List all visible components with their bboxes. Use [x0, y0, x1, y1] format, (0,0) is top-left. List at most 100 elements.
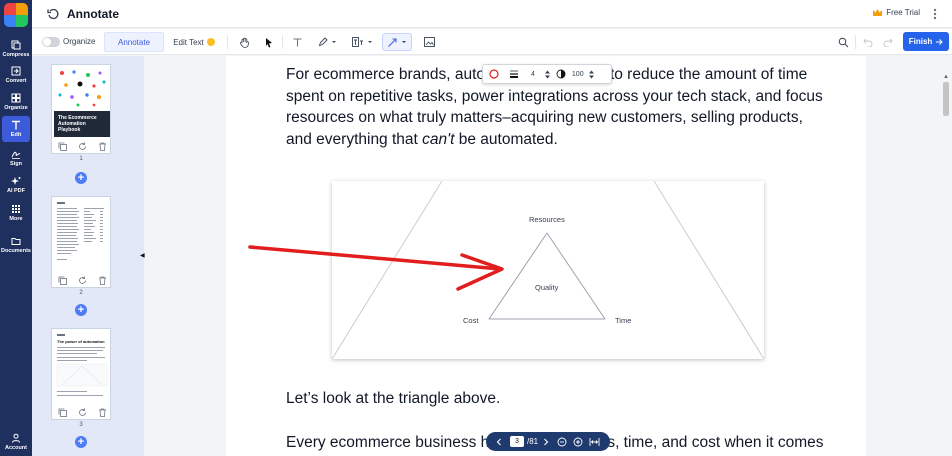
opacity-icon	[556, 69, 566, 79]
next-page-icon[interactable]	[543, 438, 549, 446]
red-arrow-annotation[interactable]	[240, 235, 510, 295]
select-tool-button[interactable]	[260, 33, 278, 51]
arrow-shape-tool-dropdown[interactable]	[382, 33, 412, 51]
account-icon	[11, 433, 22, 444]
trash-icon[interactable]	[98, 408, 107, 417]
collapse-panel-icon[interactable]: ◀	[140, 252, 145, 260]
page-title: Annotate	[67, 7, 119, 21]
page-thumbnails-panel: The Ecommerce Automation Playbook 1 + 2 …	[32, 56, 170, 456]
label-resources: Resources	[529, 215, 565, 224]
search-icon	[838, 37, 848, 47]
annotation-properties-popup: 4 100	[482, 64, 612, 84]
stroke-color-icon[interactable]	[489, 69, 499, 79]
duplicate-icon[interactable]	[58, 142, 67, 151]
thumbnail-page-3[interactable]: The power of automation	[51, 328, 111, 420]
hand-icon	[239, 37, 249, 48]
rail-item-compress[interactable]: Compress	[0, 36, 32, 62]
text-box-icon	[351, 37, 363, 47]
paragraph-triangle: Let’s look at the triangle above.	[286, 390, 501, 407]
undo-back-icon[interactable]	[46, 7, 60, 21]
total-pages-label: /81	[527, 437, 539, 446]
duplicate-icon[interactable]	[58, 408, 67, 417]
thumbnail-actions	[52, 273, 112, 287]
label-cost: Cost	[463, 316, 479, 325]
undo-icon	[863, 38, 873, 47]
rail-item-more[interactable]: More	[0, 200, 32, 226]
arrow-right-icon	[936, 38, 943, 45]
rotate-icon[interactable]	[78, 142, 87, 151]
rail-item-organize[interactable]: Organize	[0, 89, 32, 115]
pen-icon	[318, 37, 328, 47]
add-page-button[interactable]: +	[75, 304, 87, 316]
image-tool-button[interactable]	[420, 33, 438, 51]
rail-item-edit[interactable]: Edit	[2, 116, 30, 142]
redo-button[interactable]	[880, 33, 896, 51]
more-options-icon[interactable]	[928, 7, 942, 21]
add-page-button[interactable]: +	[75, 172, 87, 184]
add-page-button[interactable]: +	[75, 436, 87, 448]
convert-icon	[11, 66, 22, 77]
pen-tool-dropdown[interactable]	[314, 33, 340, 51]
duplicate-icon[interactable]	[58, 276, 67, 285]
text-box-tool-dropdown[interactable]	[348, 33, 376, 51]
organize-label: Organize	[63, 37, 96, 46]
thumbnail-page-number: 3	[79, 422, 83, 428]
finish-label: Finish	[908, 37, 933, 46]
crown-icon	[873, 9, 883, 16]
previous-page-icon[interactable]	[496, 438, 502, 446]
undo-button[interactable]	[860, 33, 876, 51]
premium-badge-icon	[206, 38, 215, 46]
stroke-width-value[interactable]: 4	[531, 71, 535, 78]
folder-icon	[11, 236, 22, 247]
finish-button[interactable]: Finish	[903, 32, 949, 51]
rail-item-convert[interactable]: Convert	[0, 62, 32, 88]
free-trial-button[interactable]: Free Trial	[872, 8, 920, 17]
scroll-up-icon[interactable]: ▲	[943, 74, 949, 80]
fit-width-icon[interactable]	[589, 437, 600, 447]
compress-icon	[11, 40, 22, 51]
hand-tool-button[interactable]	[235, 33, 253, 51]
text-t-icon	[293, 38, 301, 46]
document-scrollbar-thumb[interactable]	[943, 82, 949, 116]
free-trial-label: Free Trial	[886, 8, 920, 17]
search-button[interactable]	[834, 33, 852, 51]
line-weight-icon	[510, 70, 518, 78]
zoom-out-icon[interactable]	[557, 437, 567, 447]
toolbar-divider	[282, 35, 283, 49]
current-page-input[interactable]: 3	[510, 436, 524, 447]
opacity-value[interactable]: 100	[572, 71, 584, 78]
stepper-arrows-icon[interactable]	[588, 70, 594, 79]
tab-annotate[interactable]: Annotate	[104, 32, 164, 52]
document-scrollbar[interactable]: ▲	[940, 56, 952, 456]
rail-item-ai-pdf[interactable]: AI PDF	[0, 172, 32, 198]
rail-item-documents[interactable]: Documents	[0, 232, 32, 258]
thumbnail-page-number: 2	[79, 290, 83, 296]
thumbnail-image	[54, 199, 110, 271]
thumbnail-image: The power of automation	[54, 331, 110, 403]
rail-item-sign[interactable]: Sign	[0, 145, 32, 171]
organize-toggle[interactable]	[42, 37, 60, 47]
rotate-icon[interactable]	[78, 276, 87, 285]
rail-item-account[interactable]: Account	[0, 429, 32, 455]
tab-edit-text[interactable]: Edit Text	[166, 32, 222, 52]
edit-text-icon	[11, 120, 22, 131]
cursor-arrow-icon	[266, 37, 272, 47]
chevron-down-icon	[331, 41, 336, 43]
toolbar-divider	[855, 35, 856, 49]
stepper-arrows-icon[interactable]	[544, 70, 550, 79]
thumbnail-actions	[52, 405, 112, 419]
text-tool-button[interactable]	[288, 33, 306, 51]
page-navigation-bar: 3 /81	[486, 432, 610, 451]
label-time: Time	[615, 316, 632, 325]
thumbnail-page-2[interactable]	[51, 196, 111, 288]
thumbnail-page-1[interactable]: The Ecommerce Automation Playbook	[51, 64, 111, 154]
app-logo[interactable]	[4, 3, 28, 27]
trash-icon[interactable]	[98, 276, 107, 285]
thumbnail-image: The Ecommerce Automation Playbook	[54, 67, 110, 137]
chevron-down-icon	[367, 41, 372, 43]
thumbnail-page-number: 1	[79, 156, 83, 162]
sign-icon	[11, 149, 22, 160]
zoom-in-icon[interactable]	[573, 437, 583, 447]
trash-icon[interactable]	[98, 142, 107, 151]
rotate-icon[interactable]	[78, 408, 87, 417]
